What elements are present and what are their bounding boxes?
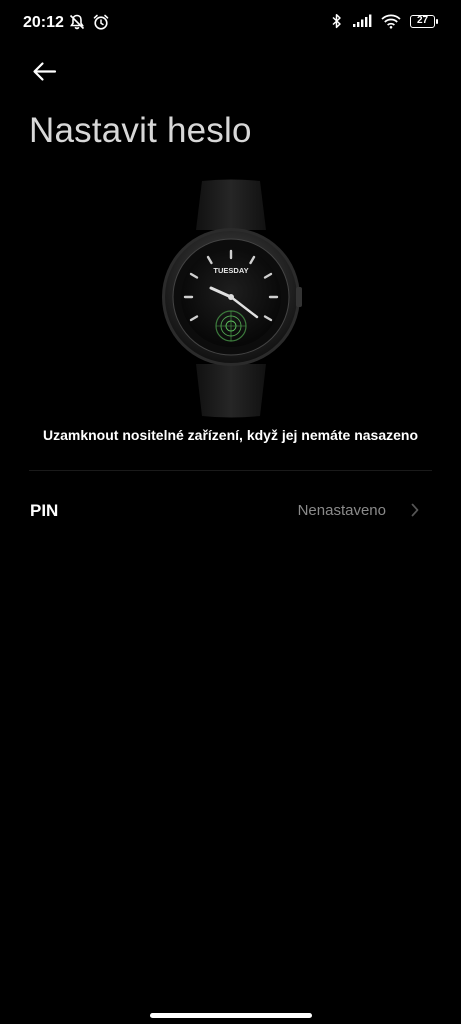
watch-image: TUESDAY [150,178,312,418]
notifications-off-icon [68,13,86,31]
back-button[interactable] [28,56,60,88]
status-right-icons: 27 [331,13,438,29]
pin-setting-row[interactable]: PIN Nenastaveno [0,482,461,538]
watch-day-label: TUESDAY [213,266,248,275]
back-arrow-icon [33,62,57,81]
status-left-icons [68,13,110,31]
pin-label: PIN [30,501,59,520]
battery-level: 27 [416,15,429,26]
status-time: 20:12 [23,14,64,31]
lock-description: Uzamknout nositelné zařízení, když jej n… [43,427,418,443]
pin-status-value: Nenastaveno [297,502,386,519]
page-title: Nastavit heslo [29,111,252,150]
chevron-right-icon [410,503,420,517]
divider [29,470,432,471]
alarm-icon [92,13,110,31]
signal-icon [352,14,372,28]
bluetooth-icon [331,13,343,29]
wifi-icon [381,14,401,29]
battery-icon: 27 [410,14,438,28]
home-indicator[interactable] [150,1013,312,1018]
status-bar: 20:12 27 [0,0,461,46]
